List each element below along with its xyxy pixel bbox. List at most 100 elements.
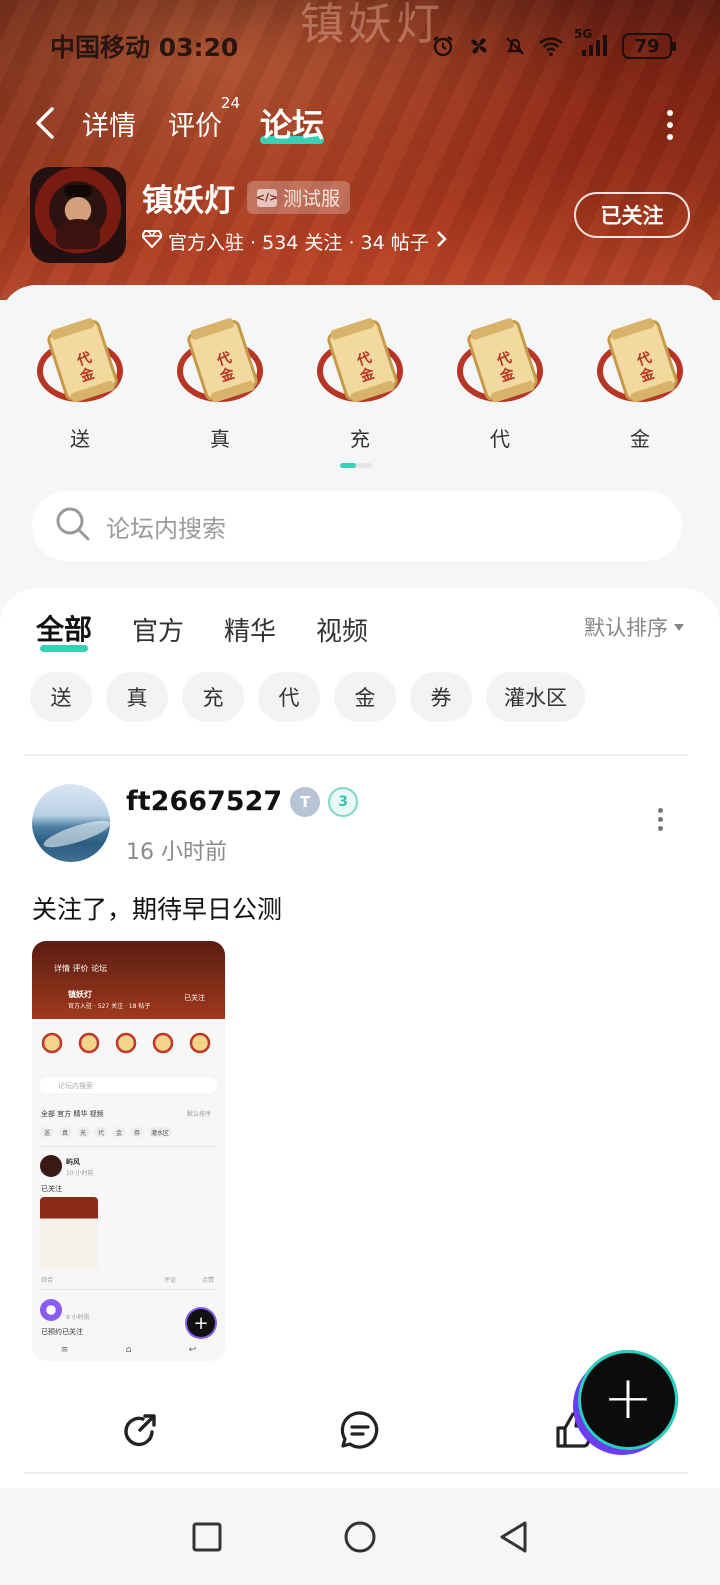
- user-title-badge: T: [290, 786, 321, 817]
- filter-chip[interactable]: 代: [258, 672, 320, 722]
- tab-details[interactable]: 详情: [82, 104, 136, 143]
- thumb-post1-comment: 评论: [164, 1277, 177, 1284]
- test-server-badge: </> 测试服: [247, 181, 351, 214]
- thumb-post2-text: 已预约已关注: [41, 1328, 83, 1336]
- test-server-label: 测试服: [283, 188, 341, 210]
- thumb-board-icons: [40, 1031, 212, 1055]
- board-item[interactable]: 代金送: [25, 313, 135, 452]
- board-item-label: 金: [630, 427, 650, 451]
- filter-chip[interactable]: 真: [106, 672, 168, 722]
- thumb-chip: 代: [94, 1127, 108, 1137]
- game-header-banner: 镇妖灯 中国移动 03:20 5G 79 详情 评价 24 论坛 镇妖灯 </>…: [0, 0, 720, 300]
- tab-reviews-label: 评价: [168, 110, 222, 142]
- thumb-plus-icon: +: [187, 1309, 215, 1337]
- thumb-post1-extra: 综合: [41, 1277, 54, 1284]
- feed-tab-video[interactable]: 视频: [316, 611, 368, 648]
- voucher-icon: 代金: [592, 313, 688, 409]
- thumb-post2-time: 9 小时前: [66, 1314, 90, 1321]
- game-name: 镇妖灯: [142, 183, 235, 219]
- plus-icon: +: [602, 1363, 654, 1433]
- tab-reviews[interactable]: 评价 24: [168, 94, 240, 143]
- board-item[interactable]: 代金充: [305, 313, 415, 452]
- code-icon: </>: [256, 188, 278, 207]
- home-icon[interactable]: [340, 1517, 380, 1557]
- thumb-chips: 送真充代金券灌水区: [40, 1127, 173, 1137]
- board-item[interactable]: 代金真: [165, 313, 275, 452]
- thumb-follow: 已关注: [184, 994, 205, 1002]
- thumb-post1-text: 已关注: [41, 1185, 62, 1193]
- feed-tabs: 全部 官方 精华 视频: [36, 608, 368, 652]
- recents-icon[interactable]: [187, 1517, 227, 1557]
- game-icon: [30, 167, 126, 263]
- filter-chip[interactable]: 券: [410, 672, 472, 722]
- tab-forum-label: 论坛: [260, 106, 325, 144]
- feed-filter-chips: 送真充代金券灌水区: [30, 672, 585, 722]
- post-text: 关注了，期待早日公测: [32, 895, 283, 924]
- voucher-icon: 代金: [32, 313, 128, 409]
- top-nav: 详情 评价 24 论坛: [0, 94, 720, 151]
- avatar[interactable]: [32, 784, 110, 862]
- thumb-post1-time: 10 小时前: [66, 1170, 94, 1177]
- back-icon[interactable]: [493, 1517, 533, 1557]
- back-arrow-icon[interactable]: [34, 103, 64, 143]
- more-options-icon[interactable]: [660, 105, 680, 145]
- filter-chip[interactable]: 金: [334, 672, 396, 722]
- game-info: 镇妖灯 </> 测试服 官方入驻 · 534 关注 · 34 帖子 已关注: [30, 165, 690, 265]
- share-icon[interactable]: [118, 1408, 162, 1452]
- thumb-search-placeholder: 论坛内搜索: [58, 1082, 93, 1090]
- thumb-chip: 充: [76, 1127, 90, 1137]
- battery-icon: 79: [622, 33, 676, 59]
- reviews-count-badge: 24: [220, 93, 240, 112]
- feed-tab-all[interactable]: 全部: [36, 608, 92, 652]
- tab-forum[interactable]: 论坛: [260, 100, 325, 146]
- thumb-chip: 灌水区: [148, 1127, 173, 1137]
- post-username[interactable]: ft2667527: [126, 786, 282, 817]
- thumb-post1-like: 点赞: [202, 1277, 215, 1284]
- thumb-tabs: 详情 评价 论坛: [54, 964, 108, 973]
- filter-chip[interactable]: 送: [30, 672, 92, 722]
- system-nav-bar: [0, 1488, 720, 1585]
- wifi-icon: [538, 33, 564, 59]
- filter-chip[interactable]: 灌水区: [486, 672, 585, 722]
- create-post-button[interactable]: +: [578, 1350, 678, 1450]
- thumb-sort: 默认排序: [187, 1111, 212, 1118]
- voucher-icon: 代金: [312, 313, 408, 409]
- fan-icon: [466, 33, 492, 59]
- status-icons: 5G 79: [430, 27, 676, 59]
- thumb-game-meta: 官方入驻 · 527 关注 · 18 帖子: [68, 1003, 151, 1010]
- post-image[interactable]: 详情 评价 论坛 镇妖灯 官方入驻 · 527 关注 · 18 帖子 已关注 论…: [32, 941, 225, 1361]
- feed-tab-official[interactable]: 官方: [132, 611, 184, 648]
- thumb-chip: 送: [40, 1127, 54, 1137]
- thumb-post1-user: 屿风: [66, 1158, 80, 1166]
- filter-chip[interactable]: 充: [182, 672, 244, 722]
- board-item-label: 代: [490, 427, 510, 451]
- board-category-list: 代金送代金真代金充代金代代金金: [0, 313, 720, 452]
- game-meta[interactable]: 官方入驻 · 534 关注 · 34 帖子: [140, 228, 574, 255]
- comment-icon[interactable]: [338, 1408, 382, 1452]
- post-more-icon[interactable]: [652, 808, 668, 838]
- search-icon: [54, 505, 92, 547]
- thumb-chip: 金: [112, 1127, 126, 1137]
- triangle-down-icon: [674, 623, 684, 631]
- sort-dropdown[interactable]: 默认排序: [584, 612, 684, 642]
- feed-tab-featured[interactable]: 精华: [224, 611, 276, 648]
- thumb-divider: [40, 1146, 217, 1147]
- thumb-divider-2: [40, 1289, 217, 1290]
- tab-details-label: 详情: [82, 110, 136, 142]
- forum-search-input[interactable]: 论坛内搜索: [32, 491, 682, 561]
- thumb-feed-tabs: 全部 官方 精华 视频: [41, 1110, 104, 1118]
- voucher-icon: 代金: [172, 313, 268, 409]
- status-bar: 中国移动 03:20 5G 79: [0, 27, 720, 64]
- follow-button[interactable]: 已关注: [574, 192, 690, 238]
- board-item[interactable]: 代金金: [585, 313, 695, 452]
- thumb-system-nav: ≡ ⌂ ↩: [60, 1345, 197, 1355]
- thumb-chip: 真: [58, 1127, 72, 1137]
- board-item[interactable]: 代金代: [445, 313, 555, 452]
- user-level-badge: 3: [328, 786, 359, 817]
- signal-icon: 5G: [574, 27, 612, 59]
- alarm-icon: [430, 33, 456, 59]
- forum-board: 代金送代金真代金充代金代代金金 论坛内搜索: [0, 285, 720, 605]
- board-scroll-indicator: [340, 463, 372, 468]
- divider: [24, 1472, 688, 1474]
- network-label: 5G: [574, 27, 593, 41]
